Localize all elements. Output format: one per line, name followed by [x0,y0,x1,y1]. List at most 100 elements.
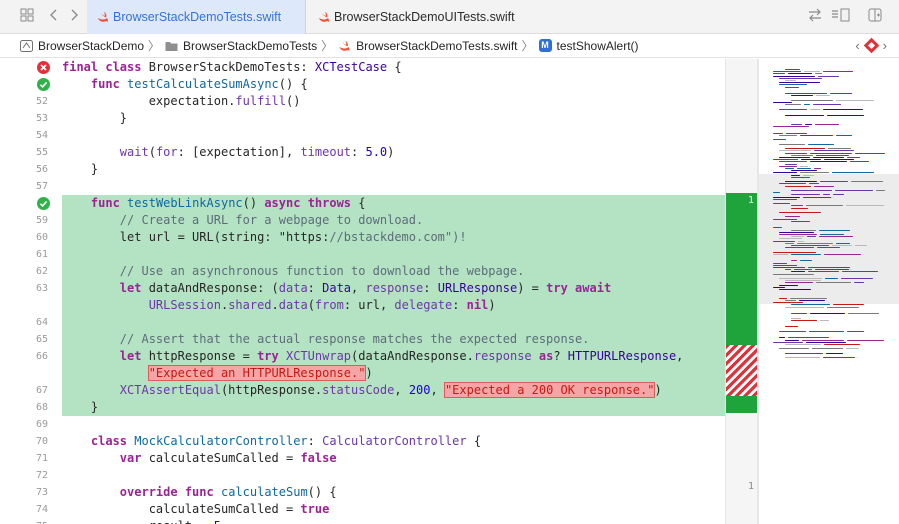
minimap-stroke [773,73,785,75]
code-text: } [62,162,99,176]
code-text: // Assert that the actual response match… [119,332,590,346]
minimap-stroke [808,267,850,268]
minimap-stroke [823,108,863,110]
minimap-stroke [847,157,860,158]
code-text: expectation.fulfill() [62,94,301,108]
minimap-stroke [830,93,852,95]
code-line[interactable]: } [62,399,725,416]
code-line[interactable]: let url = URL(string: "https://bstackdem… [62,229,725,246]
code-line[interactable]: let httpResponse = try XCTUnwrap(dataAnd… [62,348,725,365]
code-line[interactable]: XCTAssertEqual(httpResponse.statusCode, … [62,382,725,399]
tab-label: BrowserStackDemoTests.swift [113,10,282,24]
code-line[interactable]: } [62,161,725,178]
previous-issue-chevron-icon[interactable]: ‹ [855,38,859,53]
breadcrumb-method[interactable]: M testShowAlert() [538,39,639,53]
code-line[interactable]: expectation.fulfill() [62,93,725,110]
code-line[interactable]: "Expected an HTTPURLResponse.") [62,365,725,382]
code-line[interactable]: class MockCalculatorController: Calculat… [62,433,725,450]
minimap-stroke [791,313,807,315]
minimap-stroke [855,245,867,246]
minimap-stroke [788,337,829,339]
swift-icon [319,12,329,22]
minimap-stroke [825,278,838,279]
minimap-stroke [799,300,825,301]
minimap-stroke [785,86,799,88]
minimap-stroke [820,319,829,321]
minimap-stroke [779,212,821,213]
test-failed-icon[interactable] [37,61,50,74]
test-passed-icon[interactable] [37,78,50,91]
minimap-stroke [785,242,794,244]
breadcrumb-file[interactable]: BrowserStackDemoTests.swift 〉 [338,37,538,54]
code-line[interactable] [62,178,725,195]
next-issue-chevron-icon[interactable]: › [883,38,887,53]
sticky-header-line[interactable]: final class BrowserStackDemoTests: XCTes… [62,59,725,76]
code-line[interactable]: result = 5 [62,518,725,524]
minimap-stroke [847,339,884,341]
code-line[interactable]: // Create a URL for a webpage to downloa… [62,212,725,229]
minimap[interactable] [758,59,899,524]
minimap-stroke [791,190,832,191]
code-line[interactable] [62,127,725,144]
app-icon [20,39,33,52]
minimap-stroke [797,242,833,244]
code-line[interactable]: // Use an asynchronous function to downl… [62,263,725,280]
code-text: } [62,400,99,414]
minimap-stroke [833,304,864,306]
code-line[interactable]: // Assert that the actual response match… [62,331,725,348]
minimap-stroke [810,152,852,154]
code-text: let url = URL(string: "https://bstackdem… [62,230,467,244]
minimap-stroke [773,253,788,255]
forward-chevron-icon[interactable] [65,8,83,26]
line-number: 55 [35,147,48,158]
code-line[interactable]: var calculateSumCalled = false [62,450,725,467]
split-editor-icon[interactable] [866,8,884,26]
code-text: class MockCalculatorController: Calculat… [90,434,482,448]
minimap-stroke [823,357,855,359]
tab-browserstackdemotests[interactable]: BrowserStackDemoTests.swift [87,0,306,34]
minimap-stroke [785,352,823,354]
minimap-stroke [813,104,841,106]
code-line[interactable] [62,467,725,484]
code-area[interactable]: final class BrowserStackDemoTests: XCTes… [62,59,725,524]
minimap-stroke [791,170,817,172]
inspector-list-icon[interactable] [830,8,852,26]
source-editor: 52 53 54 55 56 57 59 60 61 62 63 64 65 66 67 68 69 70 71 72… [0,59,899,524]
minimap-stroke [779,165,797,167]
code-line[interactable] [62,314,725,331]
breadcrumb-folder[interactable]: BrowserStackDemoTests 〉 [165,37,338,54]
tab-browserstackdemouitests[interactable]: BrowserStackDemoUITests.swift [308,0,538,34]
minimap-stroke [836,135,852,136]
code-line[interactable]: wait(for: [expectation], timeout: 5.0) [62,144,725,161]
minimap-stroke [855,152,885,154]
code-line[interactable]: override func calculateSum() { [62,484,725,501]
line-number: 52 [35,96,48,107]
code-line[interactable] [62,416,725,433]
minimap-stroke [814,185,834,187]
swap-arrows-icon[interactable] [806,8,824,26]
code-line[interactable]: URLSession.shared.data(from: url, delega… [62,297,725,314]
code-line[interactable]: let dataAndResponse: (data: Data, respon… [62,280,725,297]
minimap-stroke [773,75,815,77]
minimap-stroke [785,93,827,95]
breadcrumb-project[interactable]: BrowserStackDemo 〉 [20,37,165,54]
minimap-stroke [773,71,801,73]
minimap-stroke [785,80,796,81]
method-icon: M [538,39,552,52]
back-chevron-icon[interactable] [45,8,63,26]
minimap-stroke [808,143,834,145]
minimap-stroke [813,157,844,158]
code-line[interactable]: } [62,110,725,127]
code-line[interactable]: func testWebLinkAsync() async throws { [62,195,725,212]
breadcrumb-label: BrowserStackDemoTests.swift [356,38,518,53]
sticky-header-line[interactable]: func testCalculateSumAsync() { [62,76,725,93]
minimap-stroke [816,154,849,156]
issue-diamond-icon[interactable] [863,37,879,54]
code-line[interactable]: calculateSumCalled = true [62,501,725,518]
minimap-stroke [805,124,812,125]
test-passed-icon[interactable] [37,197,50,210]
code-line[interactable] [62,246,725,263]
minimap-stroke [779,284,798,286]
grid-icon[interactable] [18,8,36,26]
minimap-stroke [773,159,798,161]
